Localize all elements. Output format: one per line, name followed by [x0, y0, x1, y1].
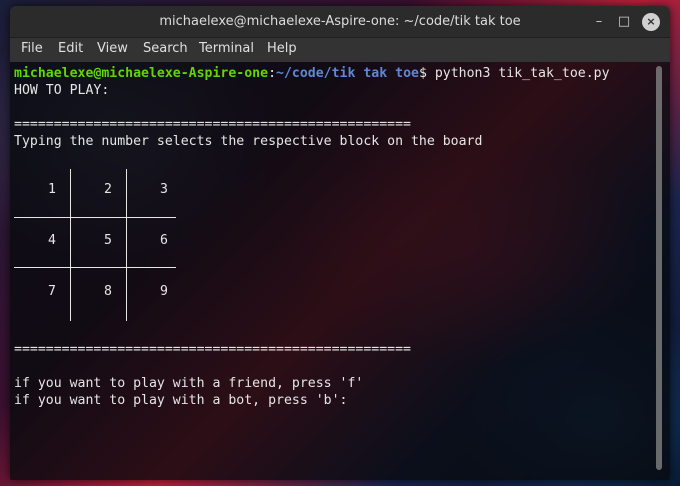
board-cell-6: 6 — [160, 233, 168, 248]
board-hline-1 — [14, 217, 176, 218]
tic-tac-toe-board: 1 2 3 4 5 6 7 8 9 — [14, 169, 184, 329]
board-cell-7: 7 — [48, 284, 56, 299]
board-cell-1: 1 — [48, 182, 56, 197]
close-icon[interactable]: × — [642, 13, 660, 31]
terminal-scrollbar[interactable] — [656, 66, 662, 470]
prompt-line: michaelexe@michaelexe-Aspire-one:~/code/… — [14, 65, 610, 82]
board-vline-2 — [126, 169, 127, 321]
bot-option-text: if you want to play with a bot, press 'b… — [14, 393, 348, 408]
window-title: michaelexe@michaelexe-Aspire-one: ~/code… — [159, 14, 521, 29]
board-cell-4: 4 — [48, 233, 56, 248]
prompt-colon: : — [268, 66, 277, 81]
board-vline-1 — [70, 169, 71, 321]
prompt-path: ~/code/tik tak toe — [276, 66, 419, 81]
menu-file[interactable]: File — [21, 38, 43, 62]
separator-top: ========================================… — [14, 117, 411, 132]
friend-option-text: if you want to play with a friend, press… — [14, 376, 364, 391]
board-cell-2: 2 — [104, 182, 112, 197]
board-cell-5: 5 — [104, 233, 112, 248]
board-cell-9: 9 — [160, 284, 168, 299]
minimize-icon[interactable]: – — [590, 13, 608, 31]
maximize-icon[interactable]: □ — [615, 13, 633, 31]
board-hline-2 — [14, 267, 176, 268]
instructions-text: Typing the number selects the respective… — [14, 134, 483, 149]
prompt-command: python3 tik_tak_toe.py — [434, 66, 610, 81]
board-cell-3: 3 — [160, 182, 168, 197]
menu-edit[interactable]: Edit — [58, 38, 83, 62]
separator-bottom: ========================================… — [14, 342, 411, 357]
terminal-window: michaelexe@michaelexe-Aspire-one: ~/code… — [10, 6, 670, 480]
how-to-play-heading: HOW TO PLAY: — [14, 83, 110, 98]
menu-view[interactable]: View — [97, 38, 128, 62]
menu-search[interactable]: Search — [143, 38, 188, 62]
menu-bar: File Edit View Search Terminal Help — [10, 38, 670, 62]
terminal-output[interactable]: michaelexe@michaelexe-Aspire-one:~/code/… — [10, 62, 670, 480]
prompt-user-host: michaelexe@michaelexe-Aspire-one — [14, 66, 269, 81]
title-bar[interactable]: michaelexe@michaelexe-Aspire-one: ~/code… — [10, 6, 670, 38]
menu-terminal[interactable]: Terminal — [199, 38, 254, 62]
prompt-dollar: $ — [418, 66, 435, 81]
board-cell-8: 8 — [104, 284, 112, 299]
menu-help[interactable]: Help — [267, 38, 297, 62]
